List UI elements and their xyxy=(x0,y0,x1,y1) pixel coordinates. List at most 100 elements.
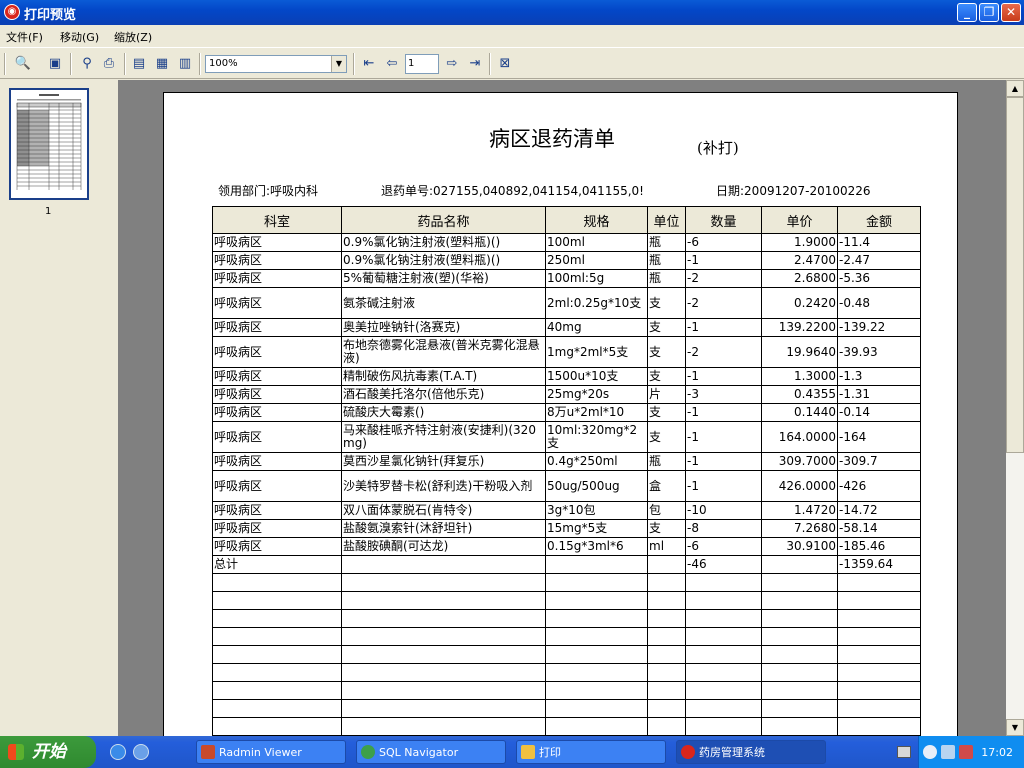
empty-cell xyxy=(647,573,686,592)
exit-preview-icon[interactable]: ⊠ xyxy=(495,54,515,74)
browser-quicklaunch-icon[interactable] xyxy=(133,744,149,760)
column-header: 科室 xyxy=(212,206,342,234)
table-cell-amount: -139.22 xyxy=(837,318,921,337)
toolbar-divider xyxy=(353,53,355,75)
empty-cell xyxy=(761,609,838,628)
single-page-icon[interactable]: ▤ xyxy=(129,54,149,74)
chevron-down-icon[interactable]: ▼ xyxy=(331,56,346,72)
table-cell-dept: 呼吸病区 xyxy=(212,233,342,252)
printer-icon[interactable]: ⎙ xyxy=(99,54,119,74)
start-button[interactable]: 开始 xyxy=(0,736,96,768)
table-cell-price: 19.9640 xyxy=(761,336,838,368)
empty-cell xyxy=(685,645,762,664)
table-cell-price: 0.1440 xyxy=(761,403,838,422)
close-button[interactable]: ✕ xyxy=(1001,3,1021,22)
empty-cell xyxy=(341,645,546,664)
security-icon[interactable] xyxy=(959,745,973,759)
table-cell-qty: -6 xyxy=(685,233,762,252)
zoom-select[interactable]: 100% ▼ xyxy=(205,55,347,73)
table-cell-spec: 40mg xyxy=(545,318,648,337)
network-icon[interactable] xyxy=(941,745,955,759)
task-pharmacy-system[interactable]: 药房管理系统 xyxy=(676,740,826,764)
report-title: 病区退药清单 xyxy=(489,127,615,151)
empty-cell xyxy=(341,699,546,718)
keyboard-icon[interactable] xyxy=(897,746,911,758)
task-label: SQL Navigator xyxy=(379,746,459,759)
table-cell-dept: 呼吸病区 xyxy=(212,336,342,368)
empty-cell xyxy=(341,609,546,628)
task-sql-navigator[interactable]: SQL Navigator xyxy=(356,740,506,764)
previous-page-icon[interactable]: ⇦ xyxy=(382,54,402,74)
empty-cell xyxy=(837,573,921,592)
total-row: 总计 -46 -1359.64 xyxy=(212,555,921,574)
vertical-scrollbar[interactable]: ▲ ▼ xyxy=(1006,80,1024,736)
task-radmin-viewer[interactable]: Radmin Viewer xyxy=(196,740,346,764)
table-row: 呼吸病区 奥美拉唑钠针(洛赛克) 40mg 支 -1 139.2200 -139.22 xyxy=(212,318,921,337)
zoom-value: 100% xyxy=(209,58,238,69)
table-cell-name: 沙美特罗替卡松(舒利迭)干粉吸入剂 xyxy=(341,470,546,502)
menu-file[interactable]: 文件(F) xyxy=(6,29,43,45)
maximize-button[interactable]: ❐ xyxy=(979,3,999,22)
last-page-icon[interactable]: ⇥ xyxy=(465,54,485,74)
table-row: 呼吸病区 氨茶碱注射液 2ml:0.25g*10支支 -2 0.2420 -0.48 xyxy=(212,287,921,319)
table-cell-price: 0.2420 xyxy=(761,287,838,319)
table-row: 呼吸病区 沙美特罗替卡松(舒利迭)干粉吸入剂 50ug/500ug 盒 -1 426.00… xyxy=(212,470,921,502)
tray-expand-icon[interactable] xyxy=(923,745,937,759)
table-row: 呼吸病区 硫酸庆大霉素() 8万u*2ml*10 支 -1 0.1440 -0.14 xyxy=(212,403,921,422)
table-cell-amount: -164 xyxy=(837,421,921,453)
table-cell-dept: 呼吸病区 xyxy=(212,501,342,520)
first-page-icon[interactable]: ⇤ xyxy=(359,54,379,74)
empty-cell xyxy=(545,609,648,628)
scrollbar-thumb[interactable] xyxy=(1006,97,1024,453)
scroll-up-icon[interactable]: ▲ xyxy=(1006,80,1024,97)
table-cell-qty: -6 xyxy=(685,537,762,556)
thumbnail-preview-graphic xyxy=(16,94,82,190)
table-cell-price: 1.4720 xyxy=(761,501,838,520)
column-header: 单价 xyxy=(761,206,838,234)
page-thumbnail[interactable] xyxy=(9,88,89,200)
table-cell-qty: -1 xyxy=(685,452,762,471)
empty-cell xyxy=(685,699,762,718)
menu-zoom[interactable]: 缩放(Z) xyxy=(114,29,152,45)
table-cell-qty: -8 xyxy=(685,519,762,538)
table-cell-unit: 瓶 xyxy=(647,269,686,288)
page-number-input[interactable]: 1 xyxy=(405,54,439,74)
page-width-icon[interactable]: ▥ xyxy=(175,54,195,74)
save-icon[interactable]: ▣ xyxy=(45,54,65,74)
internet-explorer-icon[interactable] xyxy=(110,744,126,760)
menu-move[interactable]: 移动(G) xyxy=(60,29,99,45)
table-cell-name: 奥美拉唑钠针(洛赛克) xyxy=(341,318,546,337)
find-icon[interactable]: ⚲ xyxy=(77,54,97,74)
empty-row xyxy=(212,663,921,682)
system-tray: 17:02 xyxy=(918,736,1024,768)
menu-bar: 文件(F) 移动(G) 缩放(Z) xyxy=(0,25,1024,45)
table-cell-price: 1.9000 xyxy=(761,233,838,252)
table-cell-price: 164.0000 xyxy=(761,421,838,453)
task-label: 药房管理系统 xyxy=(699,746,765,759)
table-cell-unit: 盒 xyxy=(647,470,686,502)
minimize-button[interactable]: _ xyxy=(957,3,977,22)
page-layout-icon[interactable]: ▦ xyxy=(152,54,172,74)
empty-cell xyxy=(685,627,762,646)
next-page-icon[interactable]: ⇨ xyxy=(442,54,462,74)
empty-cell xyxy=(685,591,762,610)
table-cell-name: 盐酸胺碘酮(可达龙) xyxy=(341,537,546,556)
empty-cell xyxy=(685,573,762,592)
empty-row xyxy=(212,609,921,628)
task-print-folder[interactable]: 打印 xyxy=(516,740,666,764)
empty-cell xyxy=(837,591,921,610)
empty-cell xyxy=(837,609,921,628)
table-cell-qty: -2 xyxy=(685,287,762,319)
scroll-down-icon[interactable]: ▼ xyxy=(1006,719,1024,736)
table-cell-spec: 15mg*5支 xyxy=(545,519,648,538)
empty-cell xyxy=(837,699,921,718)
table-cell-amount: -58.14 xyxy=(837,519,921,538)
column-header: 数量 xyxy=(685,206,762,234)
table-cell-unit: 支 xyxy=(647,403,686,422)
empty-cell xyxy=(212,717,342,736)
thumbnail-page-number: 1 xyxy=(45,206,52,217)
title-bar: ◉ 打印预览 _ ❐ ✕ xyxy=(0,0,1024,25)
empty-cell xyxy=(761,681,838,700)
search-icon[interactable]: 🔍 xyxy=(13,54,33,74)
empty-cell xyxy=(341,681,546,700)
